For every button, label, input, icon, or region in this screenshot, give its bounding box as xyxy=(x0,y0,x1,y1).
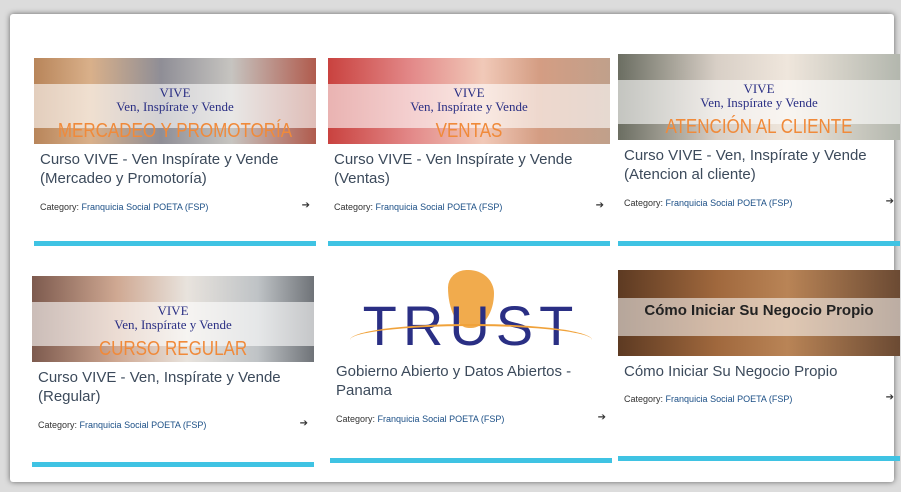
course-meta: Category: Franquicia Social POETA (FSP) … xyxy=(330,412,612,424)
course-thumbnail[interactable]: VIVE Ven, Inspírate y Vende MERCADEO Y P… xyxy=(34,58,316,144)
thumbnail-vive: VIVE xyxy=(157,303,189,318)
course-title[interactable]: Curso VIVE - Ven Inspírate y Vende (Merc… xyxy=(34,150,316,190)
course-grid-frame: VIVE Ven, Inspírate y Vende MERCADEO Y P… xyxy=(10,14,900,482)
card-accent-bar xyxy=(618,456,900,461)
course-card-gobierno-abierto[interactable]: TRUST Gobierno Abierto y Datos Abiertos … xyxy=(330,270,612,463)
thumbnail-vive: VIVE xyxy=(743,81,775,96)
card-accent-bar xyxy=(328,241,610,246)
thumbnail-course-name: CURSO REGULAR xyxy=(98,338,248,360)
card-accent-bar xyxy=(34,241,316,246)
course-card-regular[interactable]: VIVE Ven, Inspírate y Vende CURSO REGULA… xyxy=(32,276,314,467)
course-title[interactable]: Curso VIVE - Ven, Inspírate y Vende (Ate… xyxy=(618,146,900,186)
card-accent-bar xyxy=(330,458,612,463)
course-card-negocio-propio[interactable]: Cómo Iniciar Su Negocio Propio Cómo Inic… xyxy=(618,270,900,461)
course-title[interactable]: Curso VIVE - Ven Inspírate y Vende (Vent… xyxy=(328,150,610,190)
category-label: Category: xyxy=(38,420,78,430)
thumbnail-overlay-text: Cómo Iniciar Su Negocio Propio xyxy=(644,302,874,319)
category-link[interactable]: Franquicia Social POETA (FSP) xyxy=(378,414,505,424)
course-meta: Category: Franquicia Social POETA (FSP) … xyxy=(34,200,316,212)
enter-icon[interactable]: ➔ xyxy=(596,200,604,211)
course-meta: Category: Franquicia Social POETA (FSP) … xyxy=(328,200,610,212)
course-thumbnail[interactable]: VIVE Ven, Inspírate y Vende VENTAS xyxy=(328,58,610,144)
course-thumbnail[interactable]: VIVE Ven, Inspírate y Vende ATENCIÓN AL … xyxy=(618,54,900,140)
thumbnail-tagline: Ven, Inspírate y Vende xyxy=(700,95,818,110)
category-label: Category: xyxy=(336,414,376,424)
course-thumbnail[interactable]: TRUST xyxy=(330,270,612,356)
thumbnail-course-name: MERCADEO Y PROMOTORÍA xyxy=(57,120,293,142)
course-card-ventas[interactable]: VIVE Ven, Inspírate y Vende VENTAS Curso… xyxy=(328,58,610,246)
enter-icon[interactable]: ➔ xyxy=(598,412,606,423)
card-accent-bar xyxy=(32,462,314,467)
course-meta: Category: Franquicia Social POETA (FSP) … xyxy=(32,418,314,430)
category-link[interactable]: Franquicia Social POETA (FSP) xyxy=(80,420,207,430)
course-card-atencion[interactable]: VIVE Ven, Inspírate y Vende ATENCIÓN AL … xyxy=(618,54,900,246)
thumbnail-tagline: Ven, Inspírate y Vende xyxy=(116,99,234,114)
course-title[interactable]: Gobierno Abierto y Datos Abiertos - Pana… xyxy=(330,362,612,402)
category-link[interactable]: Franquicia Social POETA (FSP) xyxy=(82,202,209,212)
category-label: Category: xyxy=(334,202,374,212)
enter-icon[interactable]: ➔ xyxy=(886,392,894,403)
thumbnail-course-name: VENTAS xyxy=(435,120,503,142)
category-link[interactable]: Franquicia Social POETA (FSP) xyxy=(666,394,793,404)
category-label: Category: xyxy=(624,198,664,208)
course-thumbnail[interactable]: Cómo Iniciar Su Negocio Propio xyxy=(618,270,900,356)
category-link[interactable]: Franquicia Social POETA (FSP) xyxy=(666,198,793,208)
enter-icon[interactable]: ➔ xyxy=(300,418,308,429)
thumbnail-vive: VIVE xyxy=(453,85,485,100)
course-title[interactable]: Curso VIVE - Ven, Inspírate y Vende (Reg… xyxy=(32,368,314,408)
category-link[interactable]: Franquicia Social POETA (FSP) xyxy=(376,202,503,212)
category-label: Category: xyxy=(40,202,80,212)
thumbnail-tagline: Ven, Inspírate y Vende xyxy=(410,99,528,114)
category-label: Category: xyxy=(624,394,664,404)
course-card-mercadeo[interactable]: VIVE Ven, Inspírate y Vende MERCADEO Y P… xyxy=(34,58,316,246)
card-accent-bar xyxy=(618,241,900,246)
enter-icon[interactable]: ➔ xyxy=(886,196,894,207)
enter-icon[interactable]: ➔ xyxy=(302,200,310,211)
course-meta: Category: Franquicia Social POETA (FSP) … xyxy=(618,392,900,404)
course-meta: Category: Franquicia Social POETA (FSP) … xyxy=(618,196,900,208)
logo-arc xyxy=(350,324,592,356)
thumbnail-course-name: ATENCIÓN AL CLIENTE xyxy=(665,116,853,138)
thumbnail-tagline: Ven, Inspírate y Vende xyxy=(114,317,232,332)
thumbnail-vive: VIVE xyxy=(159,85,191,100)
course-thumbnail[interactable]: VIVE Ven, Inspírate y Vende CURSO REGULA… xyxy=(32,276,314,362)
